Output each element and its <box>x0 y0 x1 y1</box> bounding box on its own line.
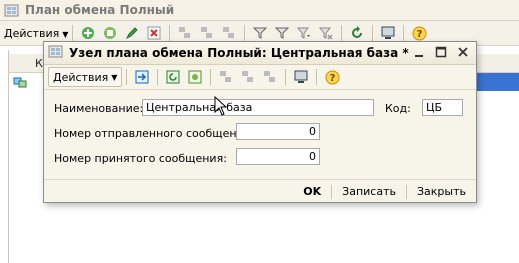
dialog-toolbar: Действия ▼ ? <box>44 65 476 90</box>
code-field[interactable]: ЦБ <box>422 99 463 116</box>
add-icon[interactable] <box>79 24 97 42</box>
footer-separator <box>406 184 407 199</box>
group-b-icon[interactable] <box>198 24 216 42</box>
filter-clear-icon[interactable] <box>317 24 335 42</box>
save-and-close-icon[interactable] <box>133 68 151 86</box>
copy-icon[interactable] <box>186 68 204 86</box>
dialog-footer: OK Записать Закрыть <box>44 179 476 203</box>
received-message-field[interactable]: 0 <box>236 148 320 165</box>
filter-icon[interactable] <box>251 24 269 42</box>
group-a-icon[interactable] <box>176 24 194 42</box>
filter-set-icon[interactable] <box>273 24 291 42</box>
window-icon <box>48 44 63 62</box>
toolbar-separator <box>285 69 287 85</box>
toolbar-separator <box>210 69 212 85</box>
parent-titlebar: План обмена Полный <box>0 0 519 21</box>
computer-icon[interactable] <box>379 24 397 42</box>
code-label: Код: <box>385 102 411 115</box>
row-selection <box>471 73 519 91</box>
window-icon <box>4 3 19 18</box>
mouse-cursor-icon <box>214 95 228 119</box>
parent-actions-label: Действия <box>4 26 60 40</box>
toolbar-separator <box>126 69 128 85</box>
help-icon[interactable]: ? <box>410 24 428 42</box>
group-a-icon[interactable] <box>217 68 235 86</box>
name-label: Наименование: <box>54 102 144 115</box>
help-icon[interactable]: ? <box>323 68 341 86</box>
window-controls <box>412 45 470 59</box>
sent-message-label: Номер отправленного сообщения: <box>54 127 255 140</box>
toolbar-separator <box>157 69 159 85</box>
dialog-title: Узел плана обмена Полный: Центральная ба… <box>69 46 409 60</box>
footer-separator <box>331 184 333 199</box>
chevron-down-icon: ▼ <box>111 72 118 82</box>
maximize-icon[interactable] <box>434 45 448 59</box>
refresh-icon[interactable] <box>348 24 366 42</box>
toolbar-separator <box>403 25 405 41</box>
toolbar-separator <box>244 25 246 41</box>
delete-icon[interactable] <box>145 24 163 42</box>
dialog-titlebar[interactable]: Узел плана обмена Полный: Центральная ба… <box>44 42 476 65</box>
parent-title: План обмена Полный <box>25 3 175 17</box>
chevron-down-icon: ▼ <box>62 29 69 39</box>
node-icon <box>13 75 27 92</box>
list-column-header: К <box>35 57 43 70</box>
minimize-icon[interactable] <box>412 45 426 59</box>
parent-actions-menu[interactable]: Действия ▼ <box>4 27 68 40</box>
refresh-icon[interactable] <box>164 68 182 86</box>
dialog-actions-menu[interactable]: Действия ▼ <box>48 67 123 87</box>
received-message-label: Номер принятого сообщения: <box>54 152 227 165</box>
ok-button[interactable]: OK <box>303 185 321 198</box>
toolbar-separator <box>72 25 74 41</box>
edit-icon[interactable] <box>123 24 141 42</box>
save-button[interactable]: Записать <box>342 185 396 198</box>
computer-icon[interactable] <box>292 68 310 86</box>
close-button[interactable]: Закрыть <box>417 185 466 198</box>
filter-dropdown-icon[interactable] <box>295 24 313 42</box>
sent-message-field[interactable]: 0 <box>236 123 320 140</box>
name-field[interactable]: Центральная база <box>142 99 374 116</box>
svg-text:?: ? <box>416 29 422 40</box>
dialog-actions-label: Действия <box>53 70 109 84</box>
toolbar-separator <box>316 69 318 85</box>
group-c-icon[interactable] <box>261 68 279 86</box>
toolbar-separator <box>341 25 343 41</box>
group-b-icon[interactable] <box>239 68 257 86</box>
svg-text:?: ? <box>329 73 335 84</box>
group-c-icon[interactable] <box>220 24 238 42</box>
close-icon[interactable] <box>456 45 470 59</box>
toolbar-separator <box>372 25 374 41</box>
exchange-node-dialog: Узел плана обмена Полный: Центральная ба… <box>43 41 477 203</box>
toolbar-separator <box>169 25 171 41</box>
copy-icon[interactable] <box>101 24 119 42</box>
